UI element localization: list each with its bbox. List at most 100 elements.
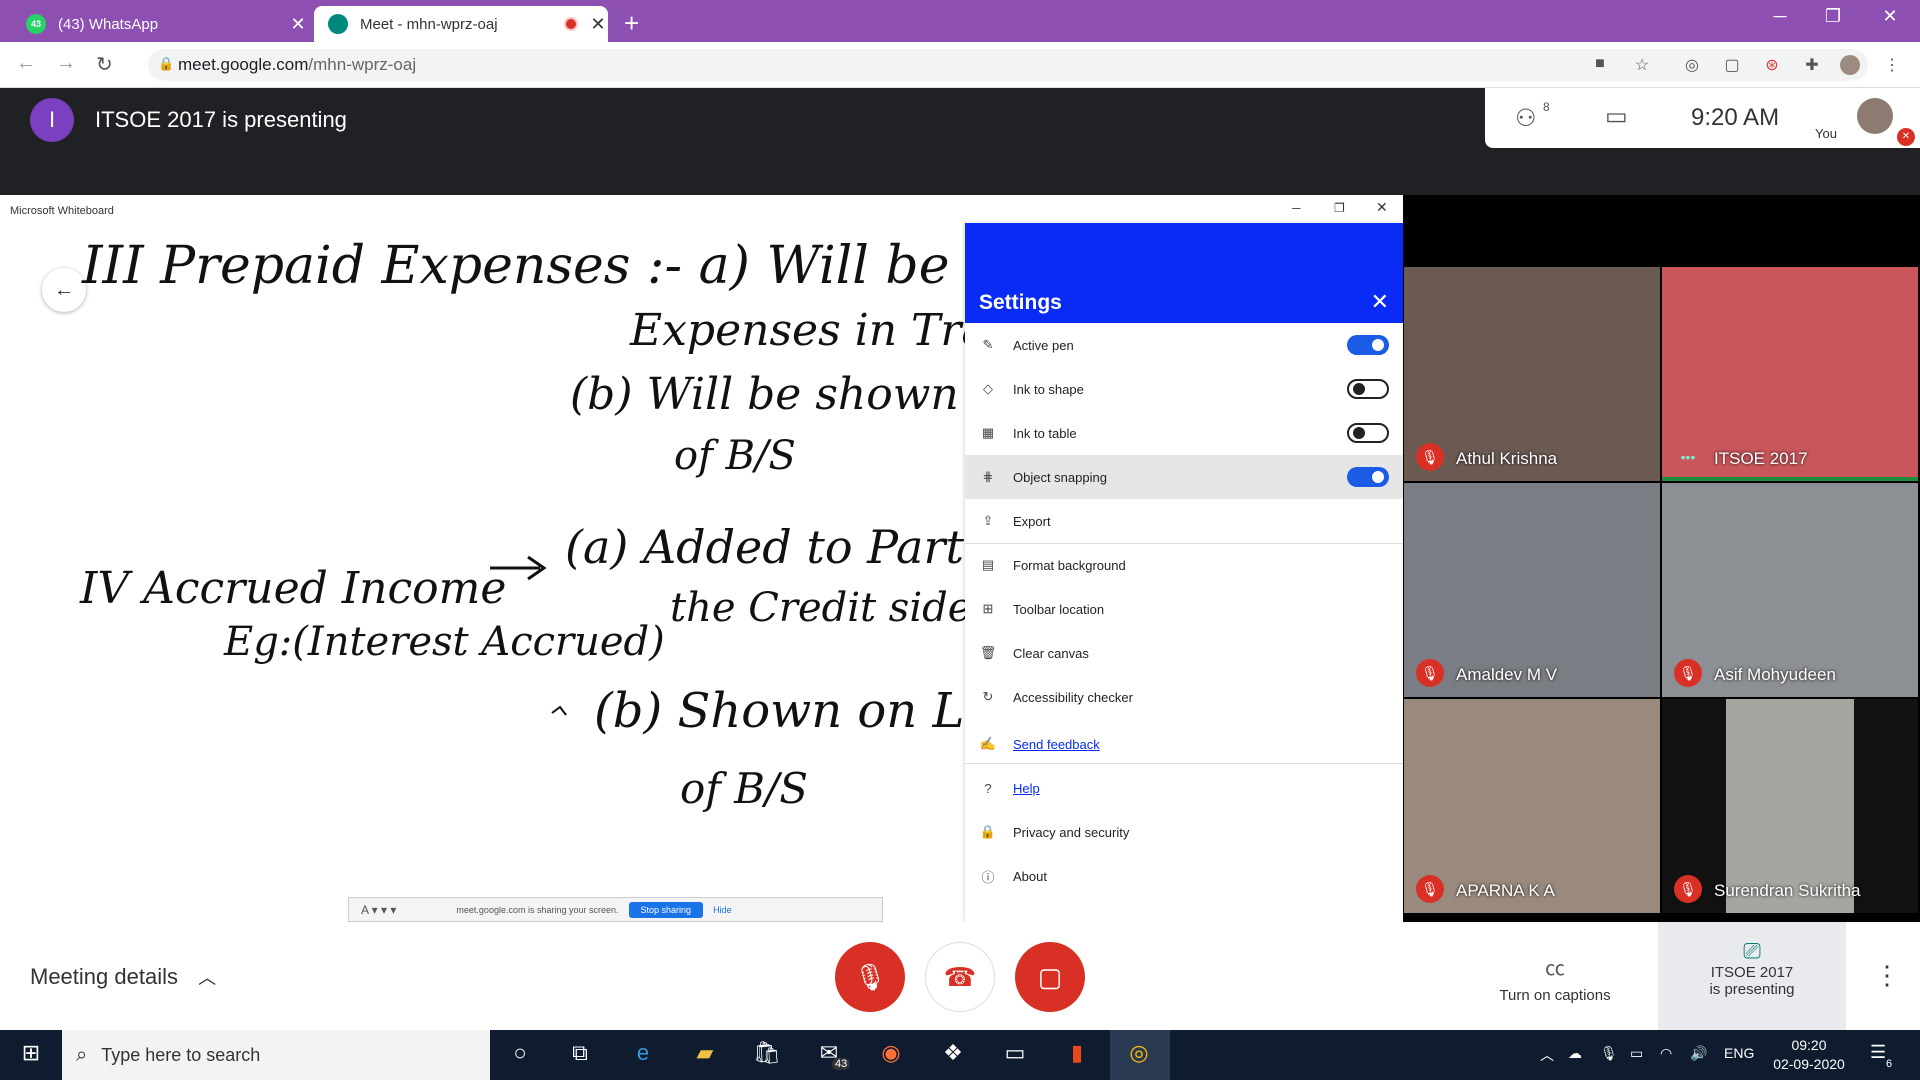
settings-item-label: Privacy and security	[1013, 824, 1130, 840]
stop-sharing-button[interactable]: Stop sharing	[628, 901, 704, 918]
info-icon: ⓘ	[981, 869, 995, 885]
more-options-icon[interactable]: ⋮	[1874, 960, 1900, 991]
settings-item-privacy-and-security[interactable]: 🔒 Privacy and security	[965, 810, 1403, 854]
toggle-switch[interactable]	[1347, 467, 1389, 487]
hide-button[interactable]: Hide	[713, 905, 732, 915]
menu-icon[interactable]: ⋮	[1882, 55, 1902, 75]
present-screen-icon: ⎚	[1743, 938, 1761, 963]
back-icon[interactable]: ←	[16, 52, 36, 75]
camera-off-button[interactable]: ▢	[1015, 942, 1085, 1012]
dropbox-icon[interactable]: ❖	[938, 1040, 968, 1070]
settings-item-ink-to-shape[interactable]: ◇ Ink to shape	[965, 367, 1403, 411]
mic-muted-icon: 🎙	[1416, 443, 1444, 471]
people-icon[interactable]: ⚇	[1515, 104, 1537, 133]
microphone-icon[interactable]: 🎙	[1600, 1045, 1618, 1062]
toggle-switch[interactable]	[1347, 379, 1389, 399]
settings-item-help[interactable]: ? Help	[965, 766, 1403, 810]
settings-item-toolbar-location[interactable]: ⊞ Toolbar location	[965, 587, 1403, 631]
amazon-icon[interactable]: ▭	[1000, 1040, 1030, 1070]
puzzle-icon[interactable]: ✚	[1802, 55, 1822, 75]
presenter-avatar: I	[30, 98, 74, 142]
participant-tile[interactable]: 🎙 Surendran Sukritha	[1662, 699, 1918, 913]
presentation-status-button[interactable]: ⎚ ITSOE 2017 is presenting	[1658, 922, 1846, 1030]
onedrive-icon[interactable]: ☁	[1568, 1045, 1582, 1062]
notifications-icon[interactable]: ☰	[1870, 1042, 1886, 1063]
windows-start-icon[interactable]: ⊞	[16, 1040, 46, 1070]
file-explorer-icon[interactable]: ▰	[690, 1040, 720, 1070]
participant-tile[interactable]: 🎙 Athul Krishna	[1404, 267, 1660, 481]
settings-item-object-snapping[interactable]: ⋕ Object snapping	[965, 455, 1403, 499]
wifi-icon[interactable]: ◠	[1660, 1045, 1672, 1062]
language-indicator[interactable]: ENG	[1724, 1045, 1754, 1061]
settings-item-send-feedback[interactable]: ✍ Send feedback	[965, 722, 1403, 766]
toggle-switch[interactable]	[1347, 335, 1389, 355]
settings-item-accessibility-checker[interactable]: ↻ Accessibility checker	[965, 675, 1403, 719]
restore-icon[interactable]: ❐	[1813, 6, 1853, 27]
task-view-icon[interactable]: ⧉	[565, 1040, 595, 1070]
extension-icon[interactable]: ◎	[1682, 55, 1702, 75]
forward-icon[interactable]: →	[56, 52, 76, 75]
close-window-icon[interactable]: ✕	[1870, 6, 1910, 27]
mic-off-icon: 🎙	[853, 961, 887, 992]
url-field[interactable]: 🔒 meet.google.com/mhn-wprz-oaj	[148, 49, 1868, 81]
cortana-icon[interactable]: ○	[505, 1040, 535, 1070]
settings-item-label: Clear canvas	[1013, 645, 1089, 661]
battery-icon[interactable]: ▭	[1630, 1045, 1643, 1062]
presenting-line1: ITSOE 2017	[1710, 964, 1794, 981]
toggle-switch[interactable]	[1347, 423, 1389, 443]
close-icon[interactable]: ✕	[1371, 289, 1389, 315]
camera-icon[interactable]: ■	[1590, 55, 1610, 75]
close-tab-icon[interactable]: ✕	[588, 14, 608, 35]
settings-item-label: Ink to shape	[1013, 381, 1084, 397]
office-icon[interactable]: ▮	[1062, 1040, 1092, 1070]
participant-tile[interactable]: ••• ITSOE 2017	[1662, 267, 1918, 481]
chevron-up-icon[interactable]: ︿	[1540, 1045, 1554, 1065]
new-tab-button[interactable]: +	[624, 8, 639, 39]
extension-icon[interactable]: ⊛	[1762, 55, 1782, 75]
pen-tray-icon[interactable]: A ▾ ▾ ▾	[361, 903, 396, 917]
profile-avatar[interactable]	[1840, 55, 1860, 75]
tab-meet[interactable]: Meet - mhn-wprz-oaj ✕	[314, 6, 608, 42]
meet-header: I ITSOE 2017 is presenting ⚇ 8 ▭ 9:20 AM…	[0, 88, 1920, 195]
leave-call-button[interactable]: ☎	[925, 942, 995, 1012]
active-speaker-bar	[1662, 477, 1918, 481]
settings-item-about[interactable]: ⓘ About	[965, 854, 1403, 898]
presenting-line2: is presenting	[1709, 981, 1795, 998]
chat-icon[interactable]: ▭	[1605, 102, 1628, 131]
settings-item-label: Object snapping	[1013, 469, 1107, 485]
captions-button[interactable]: ㏄ Turn on captions	[1470, 952, 1640, 1004]
star-icon[interactable]: ☆	[1632, 55, 1652, 75]
participant-tile[interactable]: 🎙 Amaldev M V	[1404, 483, 1660, 697]
meeting-details-button[interactable]: Meeting details ︿	[30, 964, 216, 990]
reload-icon[interactable]: ↻	[96, 52, 113, 77]
whiteboard-canvas[interactable]: ← III Prepaid Expenses :- a) Will be ded…	[0, 223, 965, 922]
taskbar-clock[interactable]: 09:20 02-09-2020	[1768, 1036, 1850, 1074]
settings-item-format-background[interactable]: ▤ Format background	[965, 543, 1403, 587]
participant-tile[interactable]: 🎙 APARNA K A	[1404, 699, 1660, 913]
taskbar-search[interactable]: ⌕ Type here to search	[62, 1030, 490, 1080]
firefox-icon[interactable]: ◉	[876, 1040, 906, 1070]
participant-tile[interactable]: 🎙 Asif Mohyudeen	[1662, 483, 1918, 697]
close-icon[interactable]: ✕	[1376, 199, 1388, 216]
meeting-info-card: ⚇ 8 ▭ 9:20 AM You ✕	[1485, 88, 1920, 148]
restore-icon[interactable]: ❐	[1334, 201, 1345, 215]
settings-item-ink-to-table[interactable]: ▦ Ink to table	[965, 411, 1403, 455]
mail-badge: 43	[832, 1058, 851, 1070]
minimize-icon[interactable]: ─	[1292, 201, 1301, 215]
cc-icon: ㏄	[1545, 958, 1565, 980]
settings-item-export[interactable]: ⇪ Export	[965, 499, 1403, 543]
store-icon[interactable]: 🛍	[752, 1040, 782, 1070]
tab-whatsapp[interactable]: 43 (43) WhatsApp ✕	[12, 6, 308, 42]
settings-item-label: Export	[1013, 513, 1051, 529]
handwriting-line: III Prepaid Expenses :- a) Will be deduc…	[81, 236, 965, 296]
close-tab-icon[interactable]: ✕	[288, 14, 308, 35]
settings-item-active-pen[interactable]: ✎ Active pen	[965, 323, 1403, 367]
export-icon: ⇪	[982, 513, 994, 528]
volume-icon[interactable]: 🔊	[1690, 1045, 1707, 1062]
extension-icon[interactable]: ▢	[1722, 55, 1742, 75]
minimize-icon[interactable]: ─	[1760, 6, 1800, 27]
edge-icon[interactable]: e	[628, 1040, 658, 1070]
settings-item-clear-canvas[interactable]: 🗑 Clear canvas	[965, 631, 1403, 675]
mic-off-button[interactable]: 🎙	[835, 942, 905, 1012]
feedback-icon: ✍	[979, 736, 997, 751]
